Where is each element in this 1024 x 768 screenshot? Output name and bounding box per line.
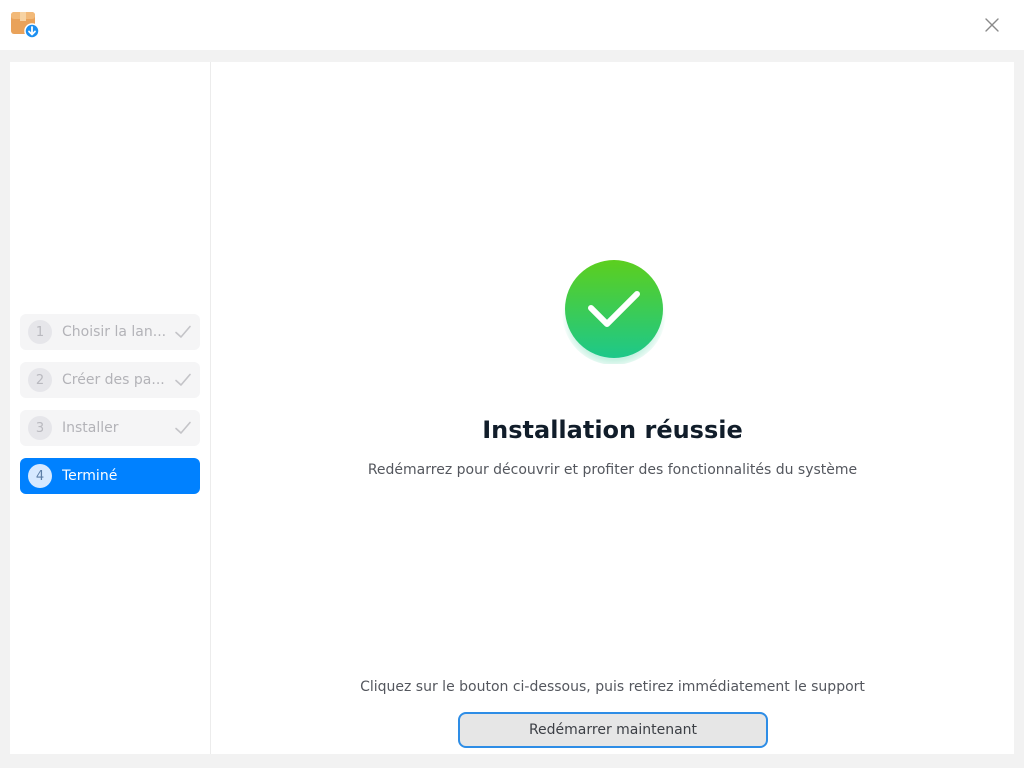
- step-number: 2: [28, 368, 52, 392]
- step-label: Créer des pa...: [62, 372, 165, 388]
- step-number: 4: [28, 464, 52, 488]
- checkmark-icon: [175, 373, 191, 386]
- close-icon[interactable]: [980, 13, 1004, 37]
- checkmark-icon: [175, 421, 191, 434]
- step-number: 1: [28, 320, 52, 344]
- restart-hint: Cliquez sur le bouton ci-dessous, puis r…: [360, 679, 865, 695]
- success-check-icon: [562, 260, 666, 364]
- step-finished: 4 Terminé: [20, 458, 200, 494]
- step-create-partitions: 2 Créer des pa...: [20, 362, 200, 398]
- step-label: Choisir la lan...: [62, 324, 167, 340]
- title-bar: [0, 0, 1024, 50]
- restart-now-button[interactable]: Redémarrer maintenant: [458, 712, 768, 748]
- step-label: Terminé: [62, 468, 118, 484]
- page-title: Installation réussie: [482, 416, 743, 444]
- page-subtitle: Redémarrez pour découvrir et profiter de…: [367, 462, 858, 478]
- steps-sidebar: 1 Choisir la lan... 2 Créer des pa... 3 …: [10, 62, 211, 754]
- step-label: Installer: [62, 420, 119, 436]
- main-panel: Installation réussie Redémarrez pour déc…: [211, 62, 1014, 754]
- step-choose-language: 1 Choisir la lan...: [20, 314, 200, 350]
- step-install: 3 Installer: [20, 410, 200, 446]
- installer-window: 1 Choisir la lan... 2 Créer des pa... 3 …: [10, 62, 1014, 754]
- package-download-icon: [11, 12, 40, 39]
- checkmark-icon: [175, 325, 191, 338]
- step-number: 3: [28, 416, 52, 440]
